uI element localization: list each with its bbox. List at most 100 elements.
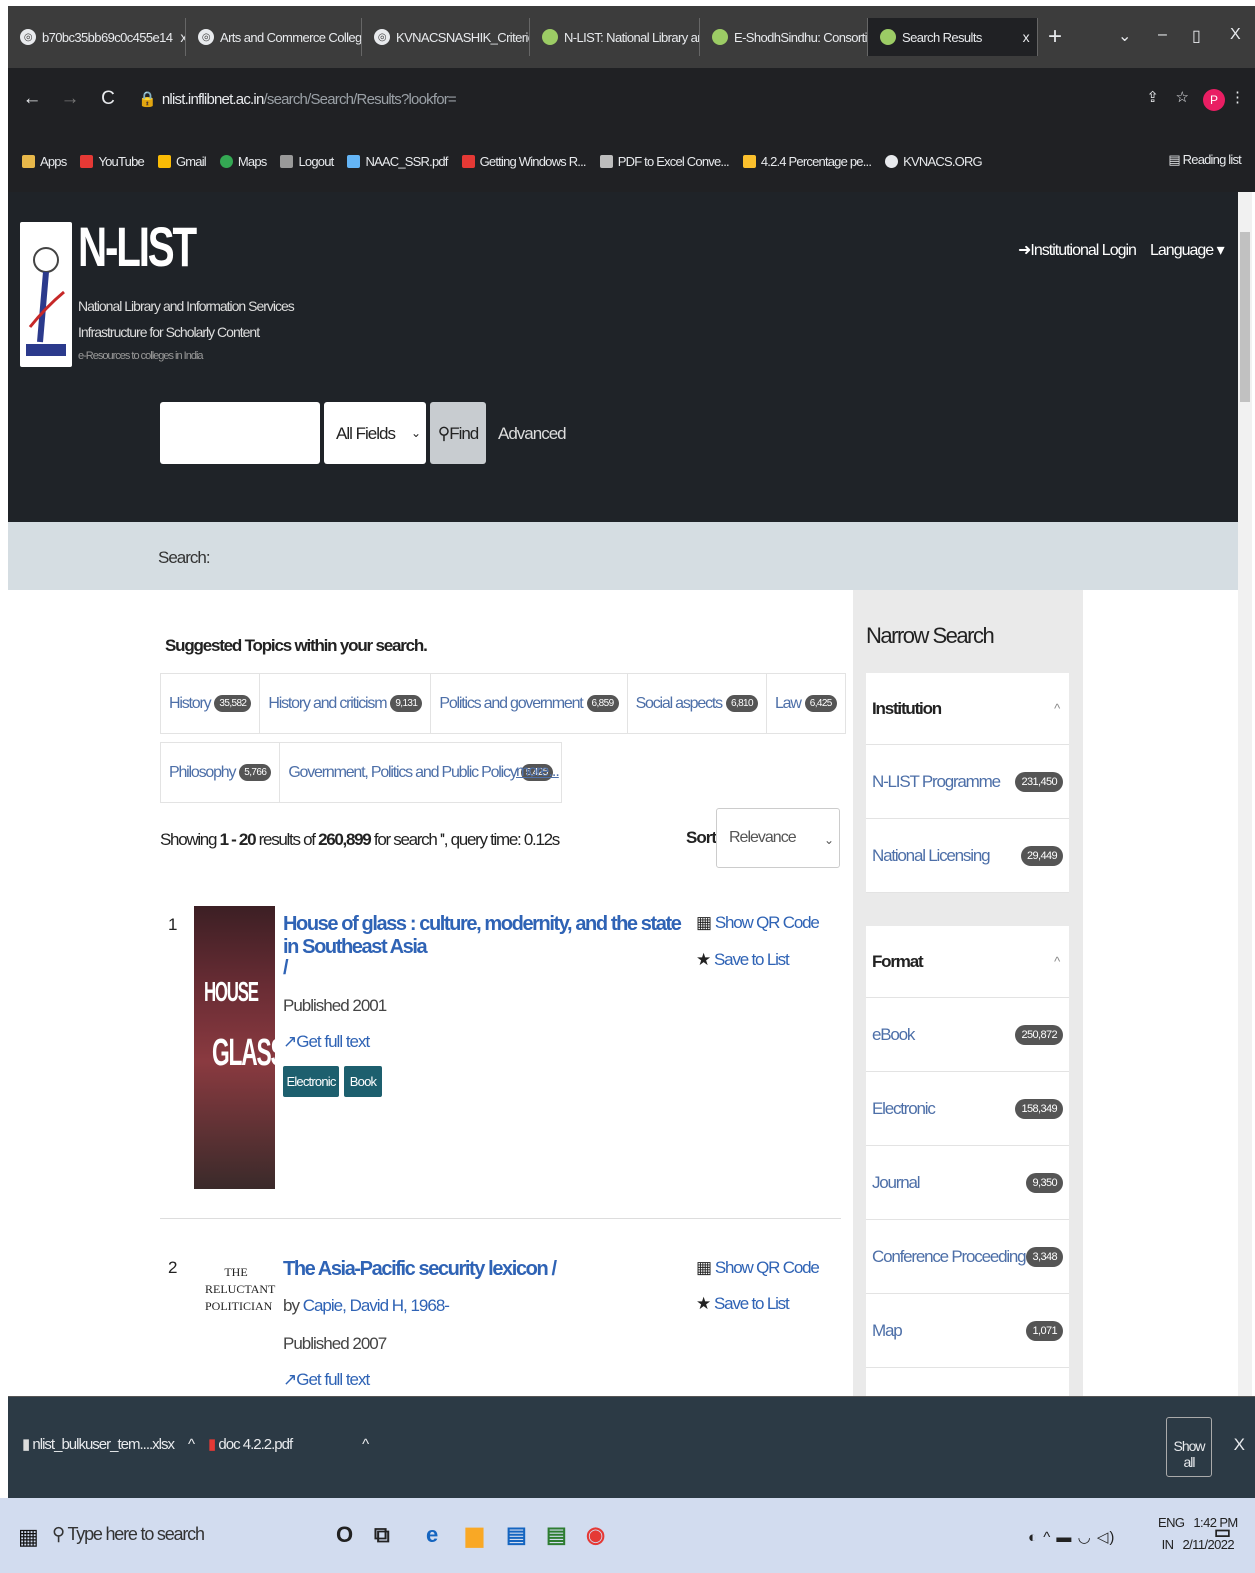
- result-title-link[interactable]: House of glass : culture, modernity, and…: [283, 913, 693, 959]
- format-tag: Electronic: [283, 1066, 339, 1097]
- bookmark-percentage[interactable]: 4.2.4 Percentage pe...: [742, 154, 872, 169]
- language-menu[interactable]: Language ▾: [1150, 240, 1225, 260]
- bookmark-logout[interactable]: Logout: [280, 154, 334, 169]
- pdf-file-icon: ▮: [208, 1436, 219, 1453]
- facet-item[interactable]: eBook 250,872: [866, 998, 1069, 1072]
- author-link[interactable]: Capie, David H, 1968-: [303, 1296, 450, 1315]
- facet-heading-format[interactable]: Format ^: [866, 926, 1069, 998]
- facet-item[interactable]: Map 1,071: [866, 1294, 1069, 1368]
- browser-tab[interactable]: ◎Arts and Commerce Collegx: [186, 18, 362, 56]
- new-tab-button[interactable]: +: [1048, 23, 1062, 51]
- sort-select[interactable]: Relevance ⌄: [716, 808, 840, 868]
- facet-item[interactable]: Electronic 158,349: [866, 1072, 1069, 1146]
- search-field-select[interactable]: All Fields ⌄: [324, 402, 426, 464]
- windows-start-icon[interactable]: ▦: [18, 1524, 39, 1550]
- browser-tab-active[interactable]: Search Results x: [868, 18, 1038, 56]
- more-topics-link[interactable]: more...: [516, 763, 560, 781]
- bookmark-pdf-excel[interactable]: PDF to Excel Conve...: [599, 154, 730, 169]
- browser-tab[interactable]: N-LIST: National Library anx: [530, 18, 700, 56]
- bookmark-getting-windows[interactable]: Getting Windows R...: [461, 154, 587, 169]
- file-explorer-icon[interactable]: ▆: [466, 1522, 483, 1548]
- bookmark-maps[interactable]: Maps: [219, 154, 267, 169]
- reading-list-button[interactable]: ▤ Reading list: [1168, 152, 1241, 168]
- nlist-favicon-icon: [712, 29, 728, 45]
- book-cover-image[interactable]: HOUSE GLASS: [194, 906, 286, 1189]
- tab-search-icon[interactable]: ⌄: [1118, 26, 1131, 46]
- download-item[interactable]: ▮ nlist_bulkuser_tem....xlsx ^: [22, 1435, 195, 1453]
- bookmark-star-icon[interactable]: ☆: [1176, 88, 1189, 106]
- nlist-brand-title: N-LIST: [78, 215, 197, 278]
- facet-item[interactable]: N-LIST Programme 231,450: [866, 745, 1069, 819]
- notifications-icon[interactable]: ▭: [1214, 1522, 1231, 1543]
- save-to-list-link[interactable]: ★ Save to List: [696, 1294, 790, 1314]
- scrollbar-thumb[interactable]: [1240, 232, 1250, 402]
- show-qr-code-link[interactable]: ▦ Show QR Code: [696, 1258, 820, 1278]
- share-icon[interactable]: ⇪: [1146, 88, 1159, 106]
- menu-kebab-icon[interactable]: ⋮: [1230, 88, 1245, 106]
- address-bar-row: ← → C 🔒 nlist.inflibnet.ac.in/search/Sear…: [8, 68, 1255, 130]
- chrome-app-icon[interactable]: ◉: [586, 1522, 605, 1548]
- find-button[interactable]: ⚲Find: [430, 402, 486, 464]
- topics-row-1: History 35,582 History and criticism 9,131…: [160, 673, 846, 734]
- get-full-text-link[interactable]: ↗Get full text: [283, 1370, 370, 1390]
- get-full-text-link[interactable]: ↗Get full text: [283, 1032, 370, 1052]
- topic-link[interactable]: History 35,582: [161, 674, 261, 733]
- globe-icon: ◎: [198, 29, 214, 45]
- download-item[interactable]: ▮ doc 4.2.2.pdf ^: [208, 1435, 369, 1453]
- page-scrollbar[interactable]: [1238, 192, 1252, 1396]
- close-window-button[interactable]: X: [1230, 26, 1241, 44]
- browser-tab[interactable]: ◎KVNACSNASHIK_Criterionx: [362, 18, 530, 56]
- cortana-icon[interactable]: O: [336, 1522, 353, 1548]
- excel-file-icon: ▮: [22, 1436, 33, 1453]
- facet-heading-institution[interactable]: Institution ^: [866, 673, 1069, 745]
- result-title-tail[interactable]: /: [283, 957, 289, 980]
- bookmark-naac-pdf[interactable]: NAAC_SSR.pdf: [347, 154, 448, 169]
- topic-link[interactable]: History and criticism 9,131: [260, 674, 432, 733]
- reading-list-icon: ▤: [1168, 152, 1183, 167]
- brand-subtitle-line1: National Library and Information Service…: [78, 298, 295, 314]
- chevron-up-icon: ^: [362, 1436, 369, 1453]
- bookmark-gmail[interactable]: Gmail: [157, 154, 207, 169]
- external-link-icon: ↗: [283, 1370, 297, 1389]
- bookmark-youtube[interactable]: YouTube: [80, 154, 145, 169]
- task-view-icon[interactable]: ⧉: [374, 1522, 390, 1548]
- facet-item[interactable]: National Licensing 29,449: [866, 819, 1069, 893]
- edge-browser-icon[interactable]: e: [426, 1522, 438, 1548]
- show-qr-code-link[interactable]: ▦ Show QR Code: [696, 913, 820, 933]
- facet-item[interactable]: Conference Proceeding 3,348: [866, 1220, 1069, 1294]
- document-icon: [599, 154, 613, 168]
- browser-tab-bar: ◎b70bc35bb69c0c455e14x ◎Arts and Commerc…: [8, 6, 1255, 68]
- inflibnet-logo: [20, 222, 72, 367]
- search-input[interactable]: [160, 402, 320, 464]
- excel-app-icon[interactable]: ▤: [546, 1522, 567, 1548]
- close-tab-icon[interactable]: x: [1015, 29, 1030, 45]
- reload-icon[interactable]: C: [94, 88, 122, 110]
- topic-link[interactable]: Social aspects 6,810: [628, 674, 767, 733]
- topic-link[interactable]: Philosophy 5,766: [161, 743, 281, 802]
- institutional-login-link[interactable]: ➜Institutional Login: [1018, 240, 1137, 260]
- close-tab-icon[interactable]: x: [172, 29, 185, 45]
- forward-arrow-icon[interactable]: →: [56, 88, 84, 110]
- maximize-button[interactable]: ▯: [1192, 26, 1201, 46]
- result-title-link[interactable]: The Asia-Pacific security lexicon /: [283, 1258, 557, 1281]
- topic-link[interactable]: Law 6,425: [767, 674, 845, 733]
- bookmark-apps[interactable]: Apps: [22, 154, 67, 169]
- close-downloads-icon[interactable]: X: [1234, 1435, 1245, 1455]
- qr-code-icon: ▦: [696, 913, 712, 932]
- bookmark-kvnacs[interactable]: KVNACS.ORG: [885, 154, 983, 169]
- url-field[interactable]: 🔒 nlist.inflibnet.ac.in/search/Search/Res…: [138, 90, 457, 108]
- topic-link[interactable]: Politics and government 6,859: [431, 674, 628, 733]
- show-all-downloads-button[interactable]: Show all: [1166, 1417, 1212, 1477]
- browser-tab[interactable]: ◎b70bc35bb69c0c455e14x: [8, 18, 186, 56]
- book-cover-image[interactable]: THE RELUCTANT POLITICIAN: [205, 1264, 275, 1354]
- minimize-button[interactable]: –: [1158, 26, 1167, 44]
- back-arrow-icon[interactable]: ←: [18, 88, 46, 110]
- save-to-list-link[interactable]: ★ Save to List: [696, 950, 790, 970]
- profile-avatar[interactable]: P: [1203, 89, 1225, 111]
- facet-item[interactable]: Journal 9,350: [866, 1146, 1069, 1220]
- system-tray[interactable]: ◐ ^ ▬ ◡ ◁): [1028, 1528, 1115, 1546]
- taskbar-search-box[interactable]: ⚲ Type here to search: [52, 1516, 302, 1556]
- browser-tab[interactable]: E-ShodhSindhu: Consortiux: [700, 18, 868, 56]
- advanced-search-link[interactable]: Advanced: [498, 424, 567, 444]
- word-app-icon[interactable]: ▤: [506, 1522, 527, 1548]
